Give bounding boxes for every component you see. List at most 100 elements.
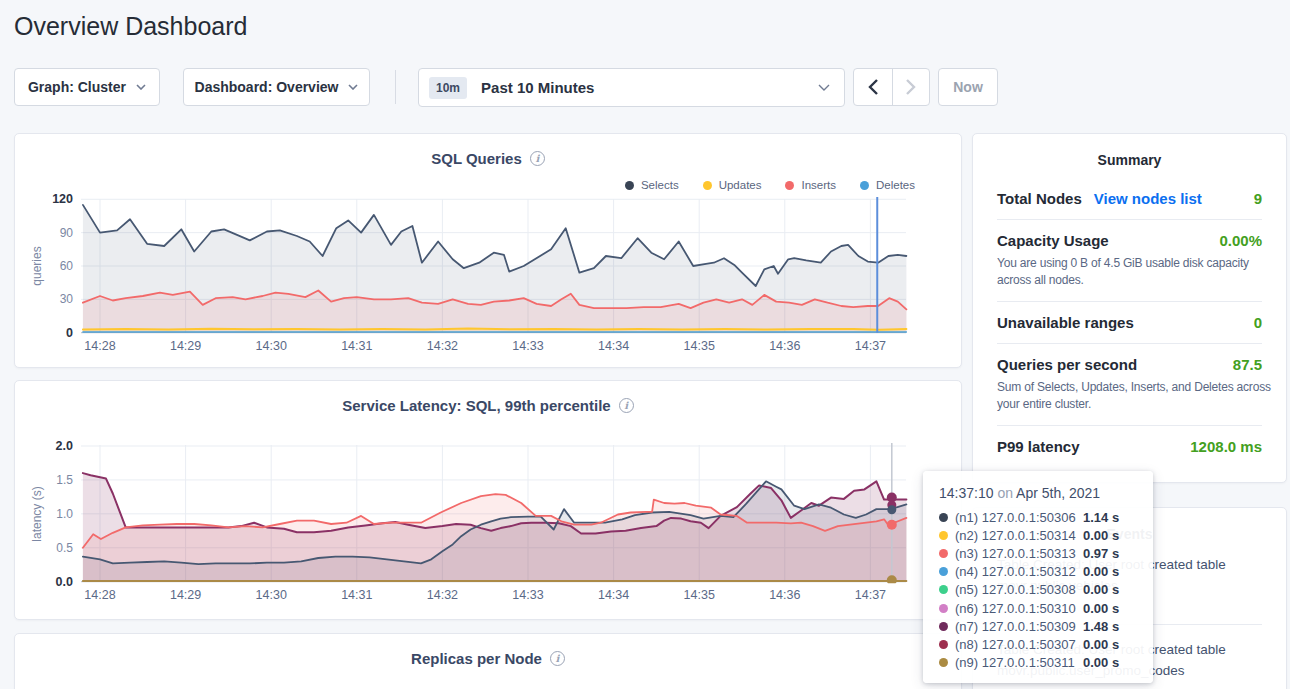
x-axis-tick: 14:36	[753, 339, 817, 353]
y-axis-tick: 2.0	[23, 439, 73, 453]
node-color-dot	[939, 549, 948, 558]
x-axis-tick: 14:29	[154, 339, 218, 353]
summary-row-label: P99 latency	[997, 438, 1080, 455]
x-axis-tick: 14:29	[154, 588, 218, 602]
summary-row-value: 1208.0 ms	[1190, 438, 1262, 455]
node-color-dot	[939, 567, 948, 576]
graph-dropdown[interactable]: Graph: Cluster	[14, 68, 160, 106]
x-axis-tick: 14:32	[410, 339, 474, 353]
chevron-down-icon	[348, 84, 358, 90]
summary-row-value: 0	[1254, 314, 1262, 331]
node-latency-value: 0.97 s	[1083, 546, 1119, 561]
node-color-dot	[939, 513, 948, 522]
summary-row-label: Unavailable ranges	[997, 314, 1134, 331]
x-axis-tick: 14:30	[239, 339, 303, 353]
graph-dropdown-label: Graph: Cluster	[28, 79, 126, 95]
x-axis-tick: 14:31	[325, 588, 389, 602]
time-range-badge: 10m	[429, 77, 467, 99]
x-axis-tick: 14:35	[667, 588, 731, 602]
summary-row: Total Nodes View nodes list 9	[997, 178, 1262, 219]
x-axis-tick: 14:30	[239, 588, 303, 602]
node-address: (n7) 127.0.0.1:50309	[955, 619, 1083, 634]
x-axis-tick: 14:28	[68, 588, 132, 602]
node-color-dot	[939, 531, 948, 540]
summary-row: Capacity Usage0.00%You are using 0 B of …	[997, 219, 1262, 301]
summary-row-value: 87.5	[1233, 356, 1262, 373]
dashboard-dropdown[interactable]: Dashboard: Overview	[183, 68, 370, 106]
tooltip-row: (n2) 127.0.0.1:503140.00 s	[939, 526, 1137, 544]
node-address: (n2) 127.0.0.1:50314	[955, 528, 1083, 543]
node-address: (n6) 127.0.0.1:50310	[955, 601, 1083, 616]
tooltip-row: (n5) 127.0.0.1:503080.00 s	[939, 581, 1137, 599]
tooltip-row: (n3) 127.0.0.1:503130.97 s	[939, 544, 1137, 562]
x-axis-tick: 14:31	[325, 339, 389, 353]
summary-row-value: 0.00%	[1219, 232, 1262, 249]
tooltip-row: (n7) 127.0.0.1:503091.48 s	[939, 617, 1137, 635]
service-latency-panel: Service Latency: SQL, 99th percentile i …	[14, 380, 962, 620]
chevron-down-icon	[136, 84, 146, 90]
y-axis-label: queries	[30, 206, 44, 326]
summary-row-description: You are using 0 B of 4.5 GiB usable disk…	[997, 255, 1278, 289]
dashboard-dropdown-label: Dashboard: Overview	[195, 79, 339, 95]
node-color-dot	[939, 585, 948, 594]
chevron-down-icon	[818, 84, 830, 92]
summary-row-description: Sum of Selects, Updates, Inserts, and De…	[997, 379, 1278, 413]
y-axis-label: latency (s)	[30, 454, 44, 574]
replicas-per-node-panel: Replicas per Node i	[14, 633, 962, 689]
chart-title-row: Replicas per Node i	[15, 650, 961, 667]
tooltip-row: (n8) 127.0.0.1:503070.00 s	[939, 635, 1137, 653]
summary-row-label: Total Nodes	[997, 190, 1082, 207]
next-range-button[interactable]	[892, 69, 930, 105]
chart-title: Replicas per Node	[411, 650, 542, 667]
tooltip-timestamp: 14:37:10 on Apr 5th, 2021	[939, 485, 1137, 501]
node-color-dot	[939, 604, 948, 613]
node-address: (n1) 127.0.0.1:50306	[955, 510, 1083, 525]
y-axis-tick: 120	[23, 192, 73, 206]
x-axis-tick: 14:36	[753, 588, 817, 602]
x-axis-tick: 14:37	[838, 339, 902, 353]
x-axis-tick: 14:33	[496, 339, 560, 353]
x-axis-tick: 14:34	[582, 588, 646, 602]
node-address: (n9) 127.0.0.1:50311	[955, 655, 1083, 670]
time-range-label: Past 10 Minutes	[481, 79, 594, 96]
info-icon[interactable]: i	[550, 651, 565, 666]
node-latency-value: 0.00 s	[1083, 564, 1119, 579]
time-nav-arrows	[853, 68, 930, 106]
tooltip-row: (n9) 127.0.0.1:503110.00 s	[939, 654, 1137, 672]
tooltip-row: (n4) 127.0.0.1:503120.00 s	[939, 563, 1137, 581]
y-axis-tick: 0	[23, 326, 73, 340]
node-color-dot	[939, 658, 948, 667]
now-button-label: Now	[953, 79, 983, 95]
node-address: (n4) 127.0.0.1:50312	[955, 564, 1083, 579]
y-axis-tick: 0.0	[23, 575, 73, 589]
summary-row: Queries per second87.5Sum of Selects, Up…	[997, 343, 1262, 425]
view-nodes-link[interactable]: View nodes list	[1094, 190, 1202, 207]
tooltip-row: (n6) 127.0.0.1:503100.00 s	[939, 599, 1137, 617]
node-latency-value: 0.00 s	[1083, 528, 1119, 543]
node-latency-value: 0.00 s	[1083, 655, 1119, 670]
controls-divider	[395, 70, 396, 104]
summary-row-label: Queries per second	[997, 356, 1137, 373]
x-axis-tick: 14:32	[410, 588, 474, 602]
summary-row-value: 9	[1254, 190, 1262, 207]
x-axis-tick: 14:35	[667, 339, 731, 353]
prev-range-button[interactable]	[854, 69, 892, 105]
time-range-dropdown[interactable]: 10m Past 10 Minutes	[418, 68, 845, 107]
node-latency-value: 0.00 s	[1083, 582, 1119, 597]
sql-queries-panel: SQL Queries i SelectsUpdatesInsertsDelet…	[14, 133, 962, 368]
service-latency-chart[interactable]	[15, 381, 963, 621]
x-axis-tick: 14:33	[496, 588, 560, 602]
summary-row: Unavailable ranges 0	[997, 301, 1262, 343]
tooltip-row: (n1) 127.0.0.1:503061.14 s	[939, 508, 1137, 526]
node-color-dot	[939, 640, 948, 649]
x-axis-tick: 14:28	[68, 339, 132, 353]
now-button[interactable]: Now	[938, 68, 998, 106]
x-axis-tick: 14:34	[582, 339, 646, 353]
chevron-left-icon	[868, 79, 878, 95]
node-latency-value: 1.14 s	[1083, 510, 1119, 525]
node-address: (n5) 127.0.0.1:50308	[955, 582, 1083, 597]
summary-panel: Summary Total NodesView nodes list9Capac…	[972, 133, 1287, 483]
node-latency-value: 0.00 s	[1083, 601, 1119, 616]
chart-hover-tooltip: 14:37:10 on Apr 5th, 2021 (n1) 127.0.0.1…	[923, 471, 1153, 683]
sql-queries-chart[interactable]	[15, 134, 963, 369]
